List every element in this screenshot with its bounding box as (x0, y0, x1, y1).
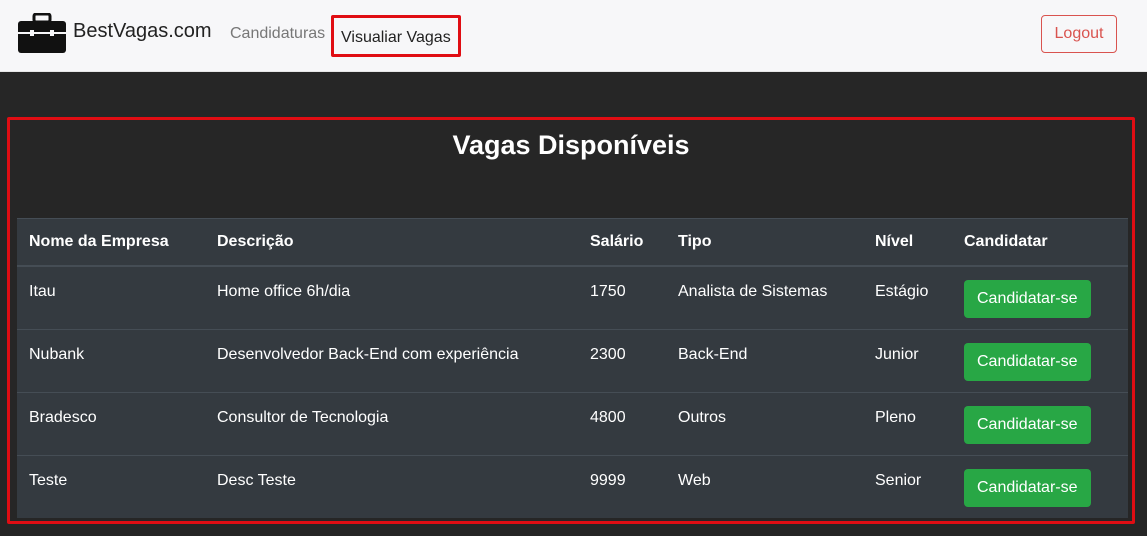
brand[interactable]: BestVagas.com (18, 13, 212, 53)
cell-descricao: Desc Teste (205, 454, 578, 518)
nav-link-visualizar-vagas[interactable]: Visualiar Vagas (331, 15, 461, 57)
cell-nivel: Senior (863, 454, 952, 518)
table-row: Nubank Desenvolvedor Back-End com experi… (17, 328, 1128, 392)
cell-tipo: Analista de Sistemas (678, 283, 828, 300)
cell-action: Candidatar-se (952, 328, 1128, 392)
cell-empresa: Nubank (17, 328, 205, 392)
vagas-panel: Vagas Disponíveis Nome da Empresa Descri… (7, 117, 1135, 524)
table-row: Itau Home office 6h/dia 1750 Analista de… (17, 266, 1128, 329)
cell-empresa: Teste (17, 454, 205, 518)
logout-button[interactable]: Logout (1041, 15, 1117, 53)
brand-name: BestVagas.com (73, 19, 212, 42)
vagas-table-container: Nome da Empresa Descrição Salário Tipo N… (17, 218, 1128, 518)
cell-descricao: Consultor de Tecnologia (205, 391, 578, 455)
cell-tipo: Web (666, 454, 863, 518)
header-salario: Salário (578, 219, 666, 267)
cell-salario: 2300 (578, 328, 666, 392)
cell-nivel: Junior (863, 328, 952, 392)
header-nivel: Nível (863, 219, 952, 267)
page-title: Vagas Disponíveis (452, 130, 690, 160)
candidatar-button[interactable]: Candidatar-se (964, 405, 1091, 444)
header-candidatar: Candidatar (952, 219, 1128, 267)
candidatar-button[interactable]: Candidatar-se (964, 468, 1091, 507)
cell-tipo: Back-End (666, 328, 863, 392)
cell-nivel: Pleno (863, 391, 952, 455)
header-empresa: Nome da Empresa (17, 219, 205, 267)
candidatar-button[interactable]: Candidatar-se (964, 280, 1091, 318)
cell-action: Candidatar-se (952, 391, 1128, 455)
table-row: Teste Desc Teste 9999 Web Senior Candida… (17, 454, 1128, 518)
cell-empresa: Bradesco (17, 391, 205, 455)
briefcase-icon (18, 13, 66, 53)
cell-tipo: Outros (666, 391, 863, 455)
candidatar-button[interactable]: Candidatar-se (964, 342, 1091, 381)
nav-link-candidaturas[interactable]: Candidaturas (230, 24, 325, 44)
cell-descricao: Home office 6h/dia (217, 283, 351, 300)
navbar: BestVagas.com Candidaturas Visualiar Vag… (0, 0, 1147, 72)
header-descricao: Descrição (205, 219, 578, 267)
table-header-row: Nome da Empresa Descrição Salário Tipo N… (17, 219, 1128, 267)
cell-descricao: Desenvolvedor Back-End com experiência (205, 328, 578, 392)
cell-empresa: Itau (29, 283, 56, 300)
cell-salario: 4800 (578, 391, 666, 455)
cell-action: Candidatar-se (952, 266, 1128, 329)
cell-nivel: Estágio (875, 283, 929, 300)
header-tipo: Tipo (666, 219, 863, 267)
cell-salario: 1750 (590, 283, 626, 300)
vagas-table: Nome da Empresa Descrição Salário Tipo N… (17, 219, 1128, 518)
table-row: Bradesco Consultor de Tecnologia 4800 Ou… (17, 391, 1128, 455)
cell-action: Candidatar-se (952, 454, 1128, 518)
cell-salario: 9999 (578, 454, 666, 518)
